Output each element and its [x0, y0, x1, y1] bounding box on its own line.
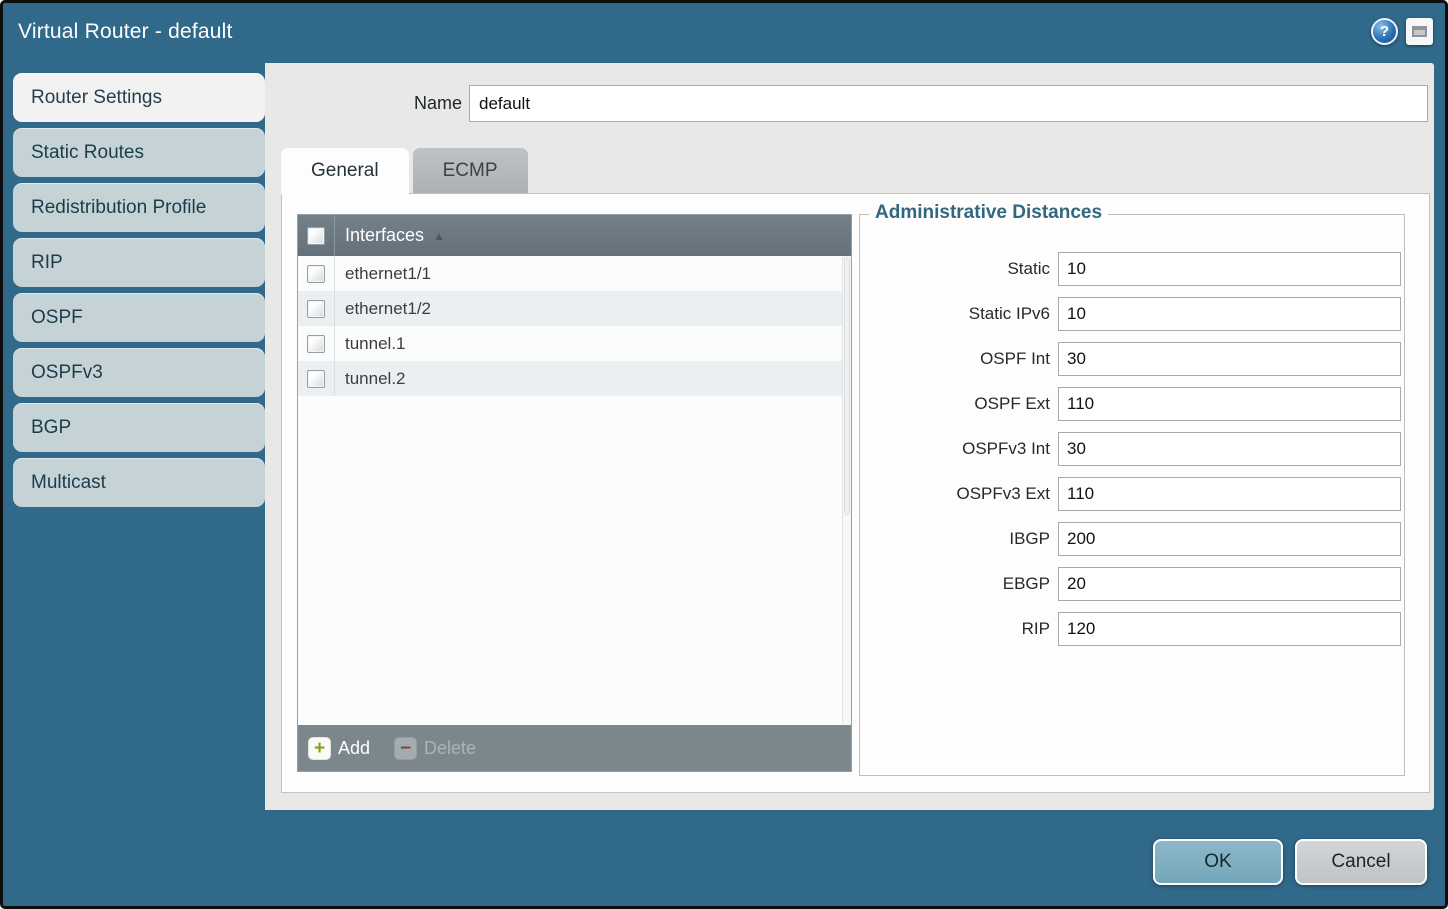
select-all-cell — [298, 215, 335, 256]
sort-asc-icon[interactable]: ▲ — [433, 229, 445, 243]
sidebar-item[interactable]: Static Routes — [13, 128, 265, 177]
inner-tab-label: ECMP — [443, 160, 498, 182]
sidebar-item-label: Multicast — [31, 472, 106, 494]
help-glyph: ? — [1380, 23, 1389, 40]
table-row[interactable]: ethernet1/1 — [298, 256, 851, 291]
distance-field-input[interactable] — [1058, 432, 1401, 466]
ok-button[interactable]: OK — [1153, 839, 1283, 885]
distance-field-input[interactable] — [1058, 522, 1401, 556]
interface-name: tunnel.2 — [345, 369, 406, 389]
inner-tab[interactable]: General — [281, 148, 409, 194]
distance-field-label: IBGP — [860, 529, 1050, 549]
interfaces-column-header[interactable]: Interfaces — [345, 225, 424, 246]
sidebar-item-label: Static Routes — [31, 142, 144, 164]
add-button-label: Add — [338, 738, 370, 759]
administrative-distances-fields: Static Static IPv6 OSPF Int — [860, 252, 1404, 657]
distance-field-row: OSPFv3 Ext — [860, 477, 1404, 511]
cancel-button-label: Cancel — [1331, 851, 1390, 873]
interfaces-table-header: Interfaces ▲ — [298, 215, 851, 256]
interface-name: tunnel.1 — [345, 334, 406, 354]
distance-field-input[interactable] — [1058, 477, 1401, 511]
distance-field-label: OSPF Int — [860, 349, 1050, 369]
window-icon[interactable] — [1406, 18, 1433, 45]
distance-field-label: OSPFv3 Ext — [860, 484, 1050, 504]
sidebar-item-label: Redistribution Profile — [31, 197, 206, 219]
sidebar-item-label: OSPFv3 — [31, 362, 103, 384]
add-button[interactable]: + Add — [308, 737, 370, 760]
table-row[interactable]: ethernet1/2 — [298, 291, 851, 326]
content-area: Name General ECMP Inte — [265, 63, 1434, 810]
table-row[interactable]: tunnel.2 — [298, 361, 851, 396]
delete-button[interactable]: − Delete — [394, 737, 476, 760]
distance-field-input[interactable] — [1058, 567, 1401, 601]
row-checkbox-cell — [298, 361, 335, 396]
name-label: Name — [265, 93, 462, 114]
row-checkbox-cell — [298, 326, 335, 361]
name-input[interactable] — [469, 85, 1428, 122]
sidebar-item-label: RIP — [31, 252, 63, 274]
general-panel: Interfaces ▲ ethernet1/1 — [281, 193, 1430, 793]
sidebar-item-label: OSPF — [31, 307, 83, 329]
sidebar-item[interactable]: Multicast — [13, 458, 265, 507]
administrative-distances-legend: Administrative Distances — [869, 202, 1108, 224]
sidebar-item[interactable]: RIP — [13, 238, 265, 287]
row-checkbox[interactable] — [307, 300, 325, 318]
distance-field-label: RIP — [860, 619, 1050, 639]
inner-tab[interactable]: ECMP — [413, 148, 528, 193]
dialog-title: Virtual Router - default — [18, 20, 233, 44]
distance-field-label: Static IPv6 — [860, 304, 1050, 324]
distance-field-label: Static — [860, 259, 1050, 279]
distance-field-input[interactable] — [1058, 387, 1401, 421]
sidebar-item-label: BGP — [31, 417, 71, 439]
row-checkbox[interactable] — [307, 335, 325, 353]
window-pane-glyph — [1412, 26, 1427, 37]
distance-field-row: IBGP — [860, 522, 1404, 556]
interface-name: ethernet1/1 — [345, 264, 431, 284]
distance-field-input[interactable] — [1058, 342, 1401, 376]
distance-field-input[interactable] — [1058, 612, 1401, 646]
distance-field-input[interactable] — [1058, 252, 1401, 286]
plus-icon: + — [308, 737, 331, 760]
distance-field-row: OSPFv3 Int — [860, 432, 1404, 466]
table-scrollbar-thumb[interactable] — [844, 257, 850, 515]
minus-icon: − — [394, 737, 417, 760]
distance-field-input[interactable] — [1058, 297, 1401, 331]
administrative-distances-group: Administrative Distances Static Static I… — [859, 214, 1405, 776]
ok-button-label: OK — [1204, 851, 1231, 873]
interface-name: ethernet1/2 — [345, 299, 431, 319]
inner-tab-label: General — [311, 160, 379, 182]
help-icon[interactable]: ? — [1371, 18, 1398, 45]
table-row[interactable]: tunnel.1 — [298, 326, 851, 361]
sidebar-item[interactable]: OSPF — [13, 293, 265, 342]
inner-tab-bar: General ECMP — [281, 148, 532, 194]
sidebar-item[interactable]: OSPFv3 — [13, 348, 265, 397]
interfaces-table: Interfaces ▲ ethernet1/1 — [297, 214, 852, 772]
sidebar-item[interactable]: Redistribution Profile — [13, 183, 265, 232]
sidebar-item[interactable]: BGP — [13, 403, 265, 452]
select-all-checkbox[interactable] — [307, 227, 325, 245]
distance-field-label: EBGP — [860, 574, 1050, 594]
delete-button-label: Delete — [424, 738, 476, 759]
distance-field-row: Static IPv6 — [860, 297, 1404, 331]
sidebar-item[interactable]: Router Settings — [13, 73, 265, 122]
distance-field-row: EBGP — [860, 567, 1404, 601]
row-checkbox[interactable] — [307, 370, 325, 388]
distance-field-row: OSPF Ext — [860, 387, 1404, 421]
row-checkbox[interactable] — [307, 265, 325, 283]
table-scrollbar[interactable] — [842, 256, 851, 725]
distance-field-label: OSPF Ext — [860, 394, 1050, 414]
sidebar-nav: Router Settings Static Routes Redistribu… — [13, 73, 265, 513]
virtual-router-dialog: Virtual Router - default ? Router Settin… — [0, 0, 1448, 909]
title-bar: Virtual Router - default ? — [3, 3, 1445, 63]
sidebar-item-label: Router Settings — [31, 87, 162, 109]
cancel-button[interactable]: Cancel — [1295, 839, 1427, 885]
distance-field-row: OSPF Int — [860, 342, 1404, 376]
interfaces-table-footer: + Add − Delete — [298, 725, 851, 771]
distance-field-label: OSPFv3 Int — [860, 439, 1050, 459]
interfaces-rows: ethernet1/1 ethernet1/2 — [298, 256, 851, 725]
distance-field-row: RIP — [860, 612, 1404, 646]
distance-field-row: Static — [860, 252, 1404, 286]
row-checkbox-cell — [298, 256, 335, 291]
row-checkbox-cell — [298, 291, 335, 326]
